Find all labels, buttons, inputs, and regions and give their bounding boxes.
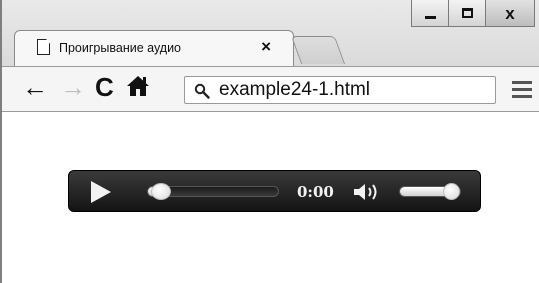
forward-button[interactable]: → [60, 74, 86, 100]
maximize-button[interactable] [448, 0, 486, 27]
minimize-button[interactable] [411, 0, 449, 27]
seek-bar-thumb[interactable] [151, 183, 171, 200]
tab-active[interactable]: Проигрывание аудио × [14, 30, 294, 66]
browser-toolbar: ← → C example24-1.html [0, 66, 539, 112]
home-icon[interactable] [125, 73, 151, 99]
hamburger-menu-icon[interactable] [512, 81, 532, 99]
back-button[interactable]: ← [22, 74, 48, 100]
browser-window: x Проигрывание аудио × ← → C example24-1… [0, 0, 539, 283]
document-icon [37, 39, 50, 55]
audio-player: 0:00 [68, 170, 481, 212]
search-icon [194, 83, 210, 99]
volume-icon[interactable] [352, 181, 384, 203]
tab-close-button[interactable]: × [261, 37, 271, 57]
current-time: 0:00 [297, 183, 334, 201]
window-controls: x [411, 0, 535, 27]
url-text: example24-1.html [219, 79, 371, 100]
play-icon[interactable] [91, 181, 111, 203]
seek-bar[interactable] [147, 183, 279, 200]
close-icon: x [505, 3, 515, 23]
reload-button[interactable]: C [95, 74, 114, 100]
volume-slider[interactable] [399, 183, 461, 200]
close-window-button[interactable]: x [485, 0, 535, 27]
minimize-icon [424, 15, 436, 19]
volume-slider-thumb[interactable] [442, 183, 460, 200]
tab-title: Проигрывание аудио [59, 41, 182, 55]
maximize-icon [461, 8, 473, 18]
address-bar[interactable]: example24-1.html [184, 76, 496, 104]
